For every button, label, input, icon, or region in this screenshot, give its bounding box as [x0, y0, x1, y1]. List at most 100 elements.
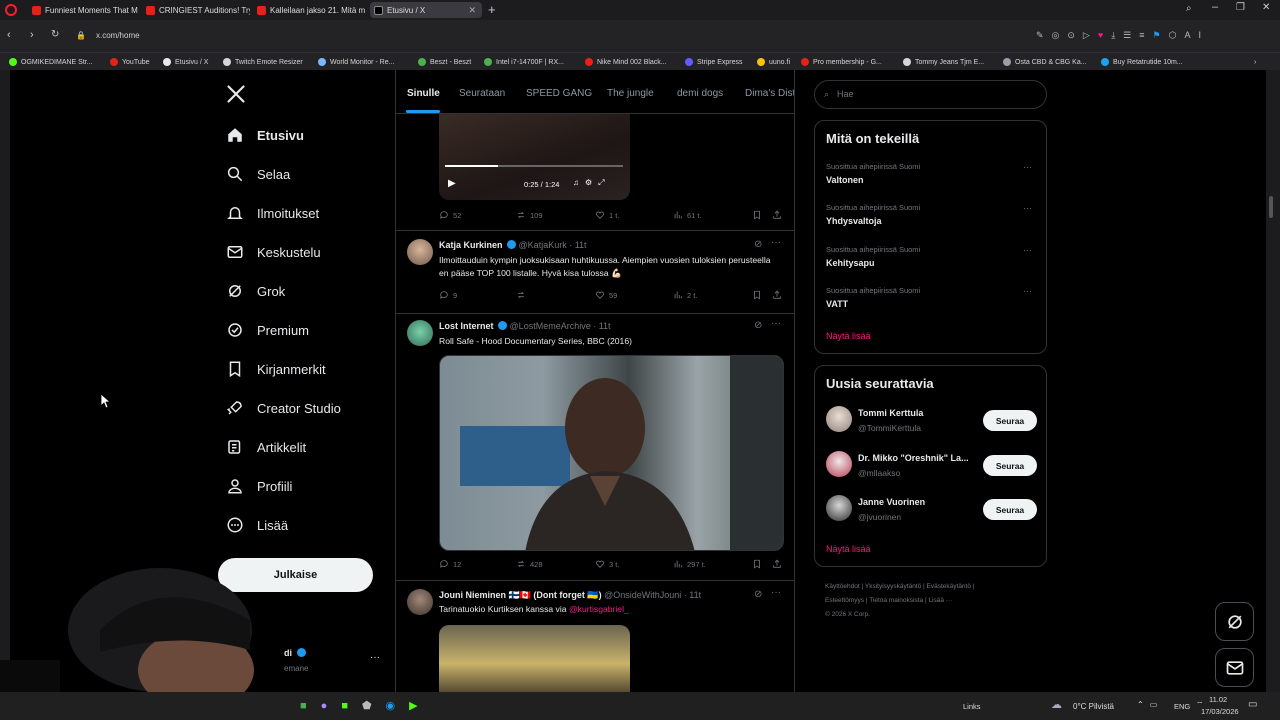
repost-button[interactable]: 109: [516, 210, 543, 220]
bookmark-item[interactable]: Beszt - Beszt: [418, 56, 471, 68]
views-button[interactable]: 297 t.: [673, 559, 706, 569]
tweet[interactable]: Jouni Nieminen 🇫🇮🇨🇦 (Dont forget 🇺🇦) @On…: [396, 581, 794, 698]
tweet[interactable]: ▶ 0:25 / 1:24 ♫⚙⤢ 52 109 1 t. 61 t.: [396, 114, 794, 231]
more-dots-icon[interactable]: ···: [771, 237, 781, 248]
grok-icon[interactable]: ⊘: [754, 589, 762, 600]
share-button[interactable]: [772, 290, 786, 300]
bookmark-button[interactable]: [752, 559, 766, 569]
url-field[interactable]: 🔒 x.com/home: [70, 27, 1030, 45]
reload-button[interactable]: ↻: [51, 29, 59, 40]
more-dots-icon[interactable]: ···: [1023, 286, 1032, 296]
bookmark-item[interactable]: Tommy Jeans Tjm E...: [903, 56, 984, 68]
bookmark-item[interactable]: Intel i7-14700F | RX...: [484, 56, 564, 68]
nav-item-kirjanmerkit[interactable]: Kirjanmerkit: [226, 357, 326, 381]
browser-tab[interactable]: Funniest Moments That M: [28, 2, 140, 18]
views-button[interactable]: 2 t.: [673, 290, 697, 300]
follow-button[interactable]: Seuraa: [983, 410, 1037, 431]
tweet-video[interactable]: ▶ 0:25 / 1:24 ♫⚙⤢: [439, 114, 630, 200]
nav-item-selaa[interactable]: Selaa: [226, 162, 290, 186]
taskbar-links[interactable]: Links: [963, 702, 981, 711]
x-logo[interactable]: [226, 84, 246, 106]
bookmark-button[interactable]: [752, 290, 766, 300]
more-dots-icon[interactable]: ···: [771, 587, 781, 598]
follow-button[interactable]: Seuraa: [983, 499, 1037, 520]
bookmark-item[interactable]: uuno.fi: [757, 56, 790, 68]
search-tabs-icon[interactable]: ⌕: [1186, 3, 1192, 14]
avatar[interactable]: [407, 239, 433, 265]
language-indicator[interactable]: ENG: [1174, 702, 1190, 711]
tab-demi-dogs[interactable]: demi dogs: [677, 88, 723, 99]
close-window-button[interactable]: ✕: [1262, 2, 1270, 13]
nav-item-lisää[interactable]: Lisää: [226, 513, 288, 537]
tray-icons[interactable]: ⌃▭: [1137, 700, 1163, 709]
clock-time[interactable]: 11.02: [1209, 695, 1227, 704]
video-controls-icons[interactable]: ♫⚙⤢: [573, 178, 611, 188]
grok-icon[interactable]: ⊘: [754, 239, 762, 250]
toolbar-extension-icons[interactable]: ✎◎⊙▷♥⤓☰≡⚑⬡AI: [1036, 30, 1272, 44]
reply-button[interactable]: 9: [439, 290, 457, 300]
search-input[interactable]: ⌕ Hae: [814, 80, 1047, 109]
show-more-link[interactable]: Näytä lisää: [826, 544, 871, 554]
bookmark-item[interactable]: Buy Retatrutide 10m...: [1101, 56, 1183, 68]
more-dots-icon[interactable]: ···: [771, 318, 781, 329]
browser-tab[interactable]: CRINGIEST Auditions! Try: [142, 2, 250, 18]
nav-item-etusivu[interactable]: Etusivu: [226, 123, 304, 147]
avatar[interactable]: [407, 320, 433, 346]
repost-button[interactable]: [516, 290, 530, 300]
bookmark-item[interactable]: YouTube: [110, 56, 150, 68]
repost-button[interactable]: 428: [516, 559, 543, 569]
follow-suggestion-name[interactable]: Janne Vuorinen: [858, 497, 925, 507]
tweet-author[interactable]: Lost Internet @LostMemeArchive · 11t: [439, 321, 611, 331]
nav-item-creator-studio[interactable]: Creator Studio: [226, 396, 341, 420]
bookmark-item[interactable]: Nike Mind 002 Black...: [585, 56, 667, 68]
tab-the-jungle[interactable]: The jungle: [607, 88, 654, 99]
tab-seurataan[interactable]: Seurataan: [459, 88, 505, 99]
tweet[interactable]: Lost Internet @LostMemeArchive · 11t ⊘ ·…: [396, 314, 794, 581]
page-scrollbar[interactable]: [1266, 70, 1280, 698]
avatar[interactable]: [407, 589, 433, 615]
follow-button[interactable]: Seuraa: [983, 455, 1037, 476]
more-dots-icon[interactable]: ···: [1023, 162, 1032, 172]
tweet-author[interactable]: Jouni Nieminen 🇫🇮🇨🇦 (Dont forget 🇺🇦) @On…: [439, 590, 701, 601]
footer-line[interactable]: Esteettömyys | Tietoa mainoksista | Lisä…: [825, 594, 1047, 608]
nav-item-profiili[interactable]: Profiili: [226, 474, 292, 498]
bookmark-item[interactable]: Osta CBD & CBG Ka...: [1003, 56, 1087, 68]
avatar[interactable]: [826, 495, 852, 521]
grok-icon[interactable]: ⊘: [754, 320, 762, 331]
bookmark-item[interactable]: Etusivu / X: [163, 56, 208, 68]
reply-button[interactable]: 12: [439, 559, 461, 569]
bookmark-item[interactable]: Twitch Emote Resizer: [223, 56, 303, 68]
trend-item[interactable]: Valtonen: [826, 175, 864, 185]
nav-item-ilmoitukset[interactable]: Ilmoitukset: [226, 201, 319, 225]
more-dots-icon[interactable]: ···: [1023, 203, 1032, 213]
browser-tab-active[interactable]: Etusivu / X ✕: [370, 2, 482, 18]
show-more-link[interactable]: Näytä lisää: [826, 331, 871, 341]
like-button[interactable]: 1 t.: [595, 210, 619, 220]
maximize-button[interactable]: ❐: [1236, 2, 1245, 13]
browser-tab[interactable]: Kalleilaan jakso 21. Mitä m: [253, 2, 365, 18]
trend-item[interactable]: Yhdysvaltoja: [826, 216, 882, 226]
mention-link[interactable]: @kurtisgabriel_: [569, 604, 629, 614]
nav-item-keskustelu[interactable]: Keskustelu: [226, 240, 321, 264]
views-button[interactable]: 61 t.: [673, 210, 702, 220]
bookmark-button[interactable]: [752, 210, 766, 220]
follow-suggestion-name[interactable]: Tommi Kerttula: [858, 408, 923, 418]
nav-item-artikkelit[interactable]: Artikkelit: [226, 435, 306, 459]
bookmark-item[interactable]: Pro membership - G...: [801, 56, 882, 68]
avatar[interactable]: [826, 451, 852, 477]
tweet-image[interactable]: [439, 355, 784, 551]
bookmark-item[interactable]: OGMIKEDIMANE Str...: [9, 56, 93, 68]
grok-floating-button[interactable]: [1215, 602, 1254, 641]
share-button[interactable]: [772, 210, 786, 220]
play-icon[interactable]: ▶: [448, 178, 456, 189]
taskbar-app-icons[interactable]: ■●■⬟◉▶: [300, 699, 480, 713]
trend-item[interactable]: Kehitysapu: [826, 258, 875, 268]
tweet-author[interactable]: Katja Kurkinen @KatjaKurk · 11t: [439, 240, 587, 250]
bookmark-item[interactable]: World Monitor - Re...: [318, 56, 394, 68]
reply-button[interactable]: 52: [439, 210, 461, 220]
footer-line[interactable]: Käyttöehdot | Yksityisyyskäytäntö | Eväs…: [825, 580, 1047, 594]
forward-button[interactable]: ›: [30, 29, 34, 41]
more-dots-icon[interactable]: ···: [370, 652, 380, 663]
notification-icon[interactable]: ▭: [1248, 699, 1257, 710]
share-button[interactable]: [772, 559, 786, 569]
